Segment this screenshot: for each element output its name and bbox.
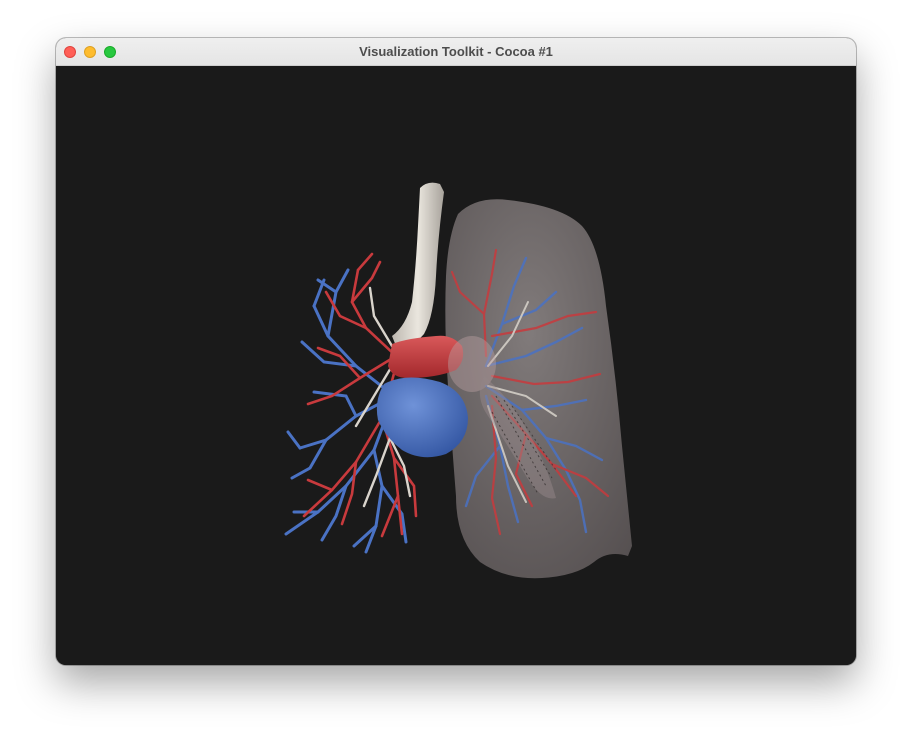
render-viewport[interactable] (56, 66, 856, 665)
window-title: Visualization Toolkit - Cocoa #1 (359, 44, 553, 59)
title-bar[interactable]: Visualization Toolkit - Cocoa #1 (56, 38, 856, 66)
trachea (392, 182, 444, 347)
app-window: Visualization Toolkit - Cocoa #1 (56, 38, 856, 665)
lung-vessel-render (284, 182, 632, 579)
